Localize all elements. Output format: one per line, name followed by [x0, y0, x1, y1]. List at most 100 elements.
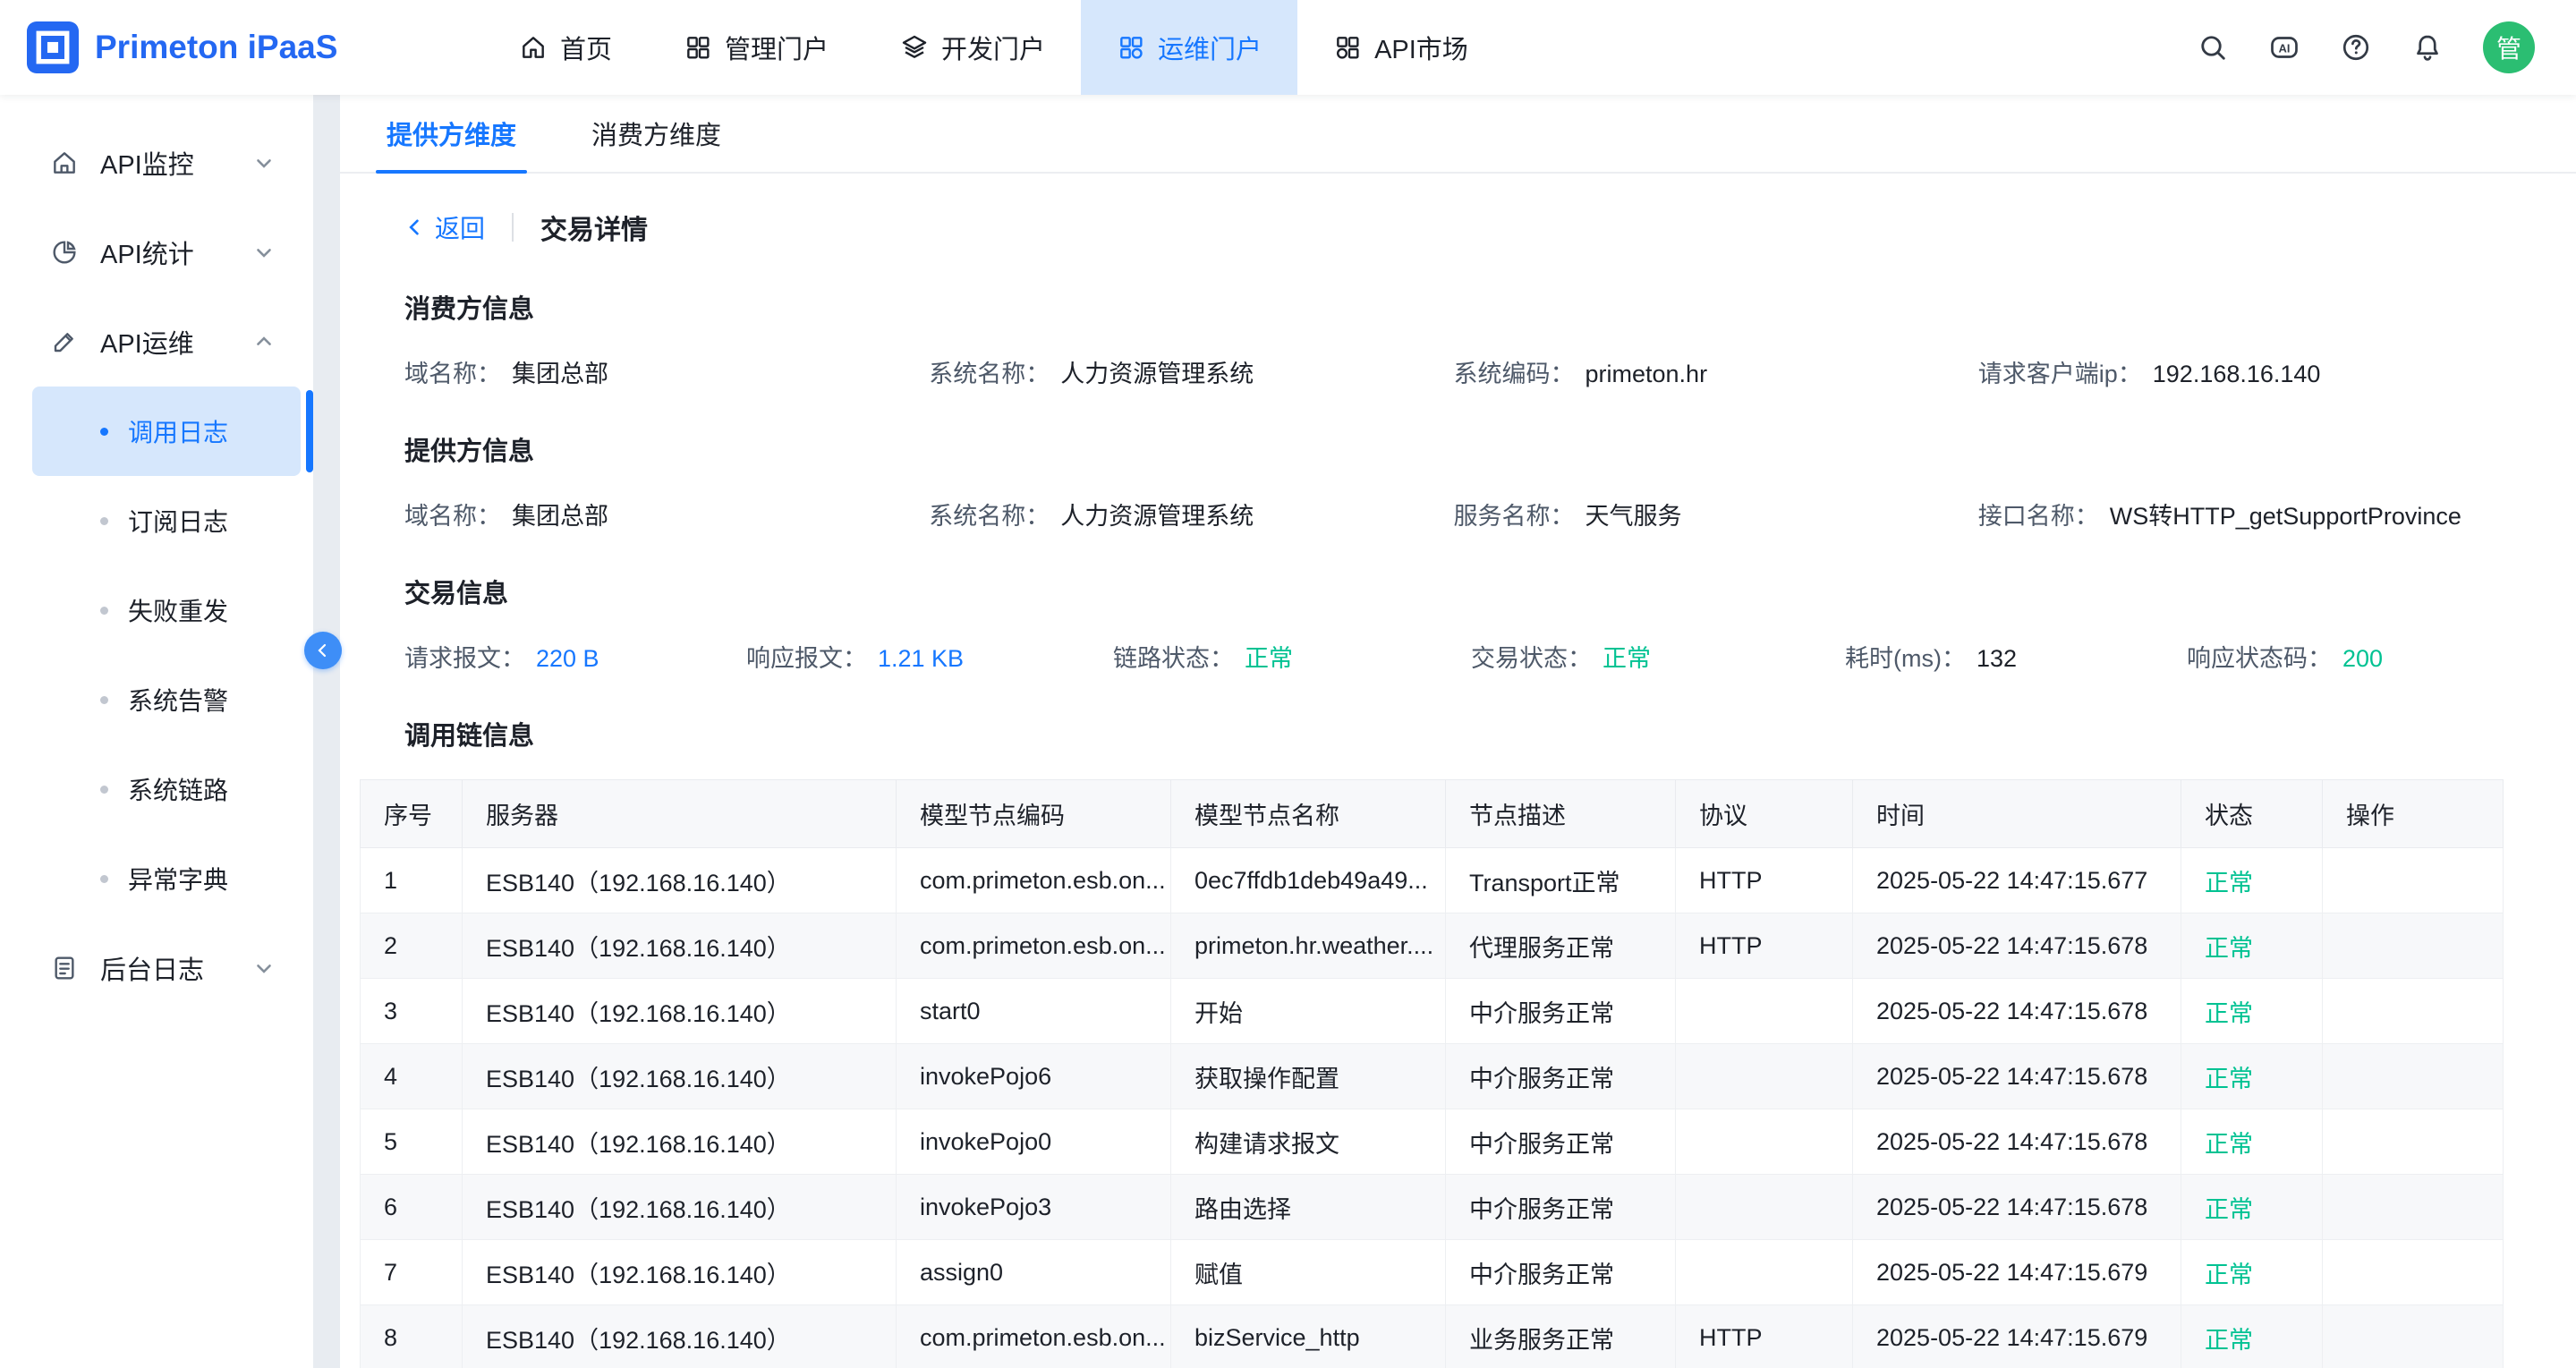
cell: ESB140（192.168.16.140）: [463, 1109, 897, 1175]
cell: invokePojo0: [897, 1109, 1171, 1175]
tab-consumer-dimension[interactable]: 消费方维度: [588, 95, 725, 172]
cell: primeton.hr.weather....: [1171, 913, 1446, 979]
response-message-field: 响应报文：1.21 KB: [746, 639, 1113, 674]
notification-bell-icon[interactable]: [2411, 31, 2444, 64]
section-title-call-chain: 调用链信息: [404, 715, 2503, 752]
chevron-down-icon: [252, 241, 276, 264]
column-header: 节点描述: [1446, 780, 1676, 848]
ops-portal-icon: [1117, 33, 1145, 62]
nav-ops-portal[interactable]: 运维门户: [1081, 0, 1297, 95]
back-button[interactable]: 返回: [404, 209, 485, 245]
sidebar-item-system-alert[interactable]: 系统告警: [32, 655, 301, 744]
provider-interface-name-field: 接口名称：WS转HTTP_getSupportProvince: [1978, 497, 2503, 531]
transaction-detail: 返回 交易详情 消费方信息 域名称：集团总部 系统名称：人力资源管理系统 系统编…: [340, 174, 2576, 1368]
chevron-down-icon: [252, 151, 276, 174]
section-title-transaction: 交易信息: [404, 573, 2503, 610]
admin-portal-icon: [684, 33, 712, 62]
chevron-left-icon: [404, 217, 426, 238]
cell: ESB140（192.168.16.140）: [463, 1175, 897, 1240]
chevron-down-icon: [252, 956, 276, 980]
provider-domain-field: 域名称：集团总部: [404, 497, 929, 531]
search-icon[interactable]: [2197, 31, 2229, 64]
cell: HTTP: [1676, 913, 1853, 979]
cell: start0: [897, 979, 1171, 1044]
sidebar-item-api-stats[interactable]: API统计: [0, 208, 313, 297]
link-status-field: 链路状态：正常: [1113, 639, 1471, 674]
sidebar-item-subscribe-logs[interactable]: 订阅日志: [32, 476, 301, 565]
table-row: 1ESB140（192.168.16.140）com.primeton.esb.…: [361, 848, 2504, 913]
nav-dev-portal[interactable]: 开发门户: [864, 0, 1081, 95]
log-document-icon: [50, 954, 79, 982]
sidebar-item-failed-resend[interactable]: 失败重发: [32, 565, 301, 655]
column-header: 模型节点名称: [1171, 780, 1446, 848]
request-message-link[interactable]: 220 B: [536, 645, 599, 672]
cell: 开始: [1171, 979, 1446, 1044]
nav-label: 首页: [560, 29, 612, 66]
column-header: 服务器: [463, 780, 897, 848]
nav-home[interactable]: 首页: [483, 0, 648, 95]
user-avatar[interactable]: 管: [2483, 21, 2535, 73]
table-row: 5ESB140（192.168.16.140）invokePojo0构建请求报文…: [361, 1109, 2504, 1175]
response-code-field: 响应状态码：200: [2187, 639, 2503, 674]
cell: 7: [361, 1240, 463, 1305]
nav-api-market[interactable]: API市场: [1297, 0, 1504, 95]
status-cell: 正常: [2181, 1044, 2323, 1109]
sidebar-item-system-link[interactable]: 系统链路: [32, 744, 301, 834]
column-header: 状态: [2181, 780, 2323, 848]
table-row: 6ESB140（192.168.16.140）invokePojo3路由选择中介…: [361, 1175, 2504, 1240]
topbar-actions: AI 管: [2197, 21, 2576, 73]
sidebar-collapse-toggle[interactable]: [304, 632, 342, 669]
status-badge: 正常: [1603, 645, 1651, 672]
consumer-system-name-field: 系统名称：人力资源管理系统: [929, 354, 1453, 389]
table-row: 2ESB140（192.168.16.140）com.primeton.esb.…: [361, 913, 2504, 979]
cell: HTTP: [1676, 848, 1853, 913]
section-title-provider: 提供方信息: [404, 430, 2503, 468]
provider-fields: 域名称：集团总部 系统名称：人力资源管理系统 服务名称：天气服务 接口名称：WS…: [404, 497, 2503, 531]
nav-label: 运维门户: [1158, 29, 1262, 66]
column-header: 序号: [361, 780, 463, 848]
status-badge: 正常: [1245, 645, 1293, 672]
sidebar-subitem-label: 异常字典: [128, 861, 228, 896]
status-cell: 正常: [2181, 979, 2323, 1044]
svg-text:AI: AI: [2279, 41, 2291, 55]
cell: ESB140（192.168.16.140）: [463, 848, 897, 913]
bullet-dot: [100, 517, 108, 525]
top-bar: Primeton iPaaS 首页 管理门户 开发门户 运维门户: [0, 0, 2576, 95]
status-cell: 正常: [2181, 1175, 2323, 1240]
cell: ESB140（192.168.16.140）: [463, 913, 897, 979]
home-icon: [519, 33, 548, 62]
tab-provider-dimension[interactable]: 提供方维度: [383, 95, 520, 172]
sidebar-item-exception-dict[interactable]: 异常字典: [32, 834, 301, 923]
sidebar-item-api-ops[interactable]: API运维: [0, 297, 313, 387]
sidebar-item-call-logs[interactable]: 调用日志: [32, 387, 301, 476]
cell: 2025-05-22 14:47:15.677: [1853, 848, 2181, 913]
help-icon[interactable]: [2340, 31, 2372, 64]
column-header: 时间: [1853, 780, 2181, 848]
sidebar-item-api-monitor[interactable]: API监控: [0, 118, 313, 208]
table-header-row: 序号 服务器 模型节点编码 模型节点名称 节点描述 协议 时间 状态 操作: [361, 780, 2504, 848]
column-header: 模型节点编码: [897, 780, 1171, 848]
consumer-fields: 域名称：集团总部 系统名称：人力资源管理系统 系统编码：primeton.hr …: [404, 354, 2503, 389]
ai-assistant-icon[interactable]: AI: [2268, 31, 2300, 64]
divider: [512, 213, 514, 242]
cell: invokePojo6: [897, 1044, 1171, 1109]
section-title-consumer: 消费方信息: [404, 288, 2503, 326]
transaction-status-field: 交易状态：正常: [1471, 639, 1845, 674]
cell: 6: [361, 1175, 463, 1240]
actions-cell: [2323, 848, 2504, 913]
sidebar-item-backend-logs[interactable]: 后台日志: [0, 923, 313, 1013]
cell: ESB140（192.168.16.140）: [463, 1305, 897, 1368]
cell: 0ec7ffdb1deb49a49...: [1171, 848, 1446, 913]
status-cell: 正常: [2181, 1305, 2323, 1368]
cell: assign0: [897, 1240, 1171, 1305]
nav-label: 开发门户: [941, 29, 1045, 66]
nav-admin-portal[interactable]: 管理门户: [648, 0, 864, 95]
bullet-dot: [100, 696, 108, 704]
response-message-link[interactable]: 1.21 KB: [878, 645, 964, 672]
cell: ESB140（192.168.16.140）: [463, 1044, 897, 1109]
cell: 中介服务正常: [1446, 979, 1676, 1044]
monitor-icon: [50, 149, 79, 177]
cell: 赋值: [1171, 1240, 1446, 1305]
cell: 3: [361, 979, 463, 1044]
api-market-icon: [1333, 33, 1362, 62]
